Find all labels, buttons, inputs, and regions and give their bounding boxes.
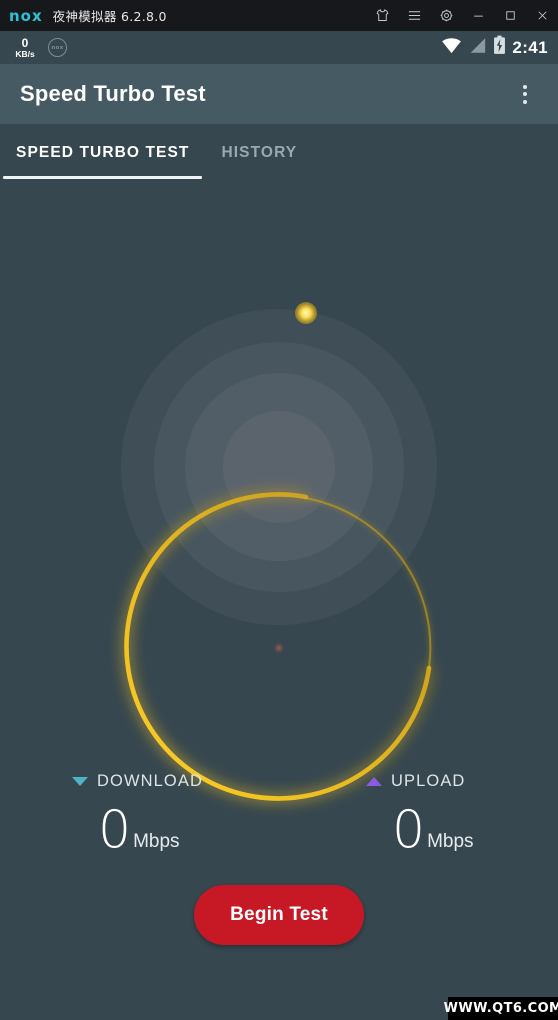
watermark: WWW.QT6.COM: [444, 997, 558, 1020]
gauge-arc-head: [295, 302, 317, 324]
emulator-titlebar: nox 夜神模拟器 6.2.8.0: [0, 0, 558, 31]
maximize-icon[interactable]: [494, 0, 526, 31]
network-speed-indicator: 0 KB/s: [10, 37, 40, 59]
network-speed-unit: KB/s: [15, 48, 35, 59]
network-speed-value: 0: [21, 35, 29, 50]
window-controls: [366, 0, 558, 31]
minimize-icon[interactable]: [462, 0, 494, 31]
speed-gauge[interactable]: [0, 181, 558, 801]
page-title: Speed Turbo Test: [20, 81, 206, 106]
upload-value: 0: [392, 800, 426, 860]
emulator-title: 夜神模拟器 6.2.8.0: [52, 9, 167, 24]
upload-unit: Mbps: [427, 831, 474, 852]
tab-label: HISTORY: [221, 143, 298, 161]
gear-icon[interactable]: [430, 0, 462, 31]
tab-history[interactable]: HISTORY: [205, 124, 313, 181]
tab-label: SPEED TURBO TEST: [16, 143, 190, 161]
download-value: 0: [98, 800, 132, 860]
upload-label: UPLOAD: [391, 771, 466, 790]
wifi-icon: [441, 37, 462, 59]
download-label: DOWNLOAD: [97, 771, 203, 790]
begin-test-button[interactable]: Begin Test: [194, 885, 364, 945]
app-bar: Speed Turbo Test: [0, 64, 558, 124]
download-header: DOWNLOAD: [72, 770, 203, 792]
overflow-menu-icon[interactable]: [510, 64, 540, 124]
triangle-up-icon: [366, 776, 382, 786]
overflow-dot: [523, 84, 527, 89]
android-status-bar: 0 KB/s nox 2:41: [0, 31, 558, 64]
triangle-down-icon: [72, 776, 88, 786]
speed-readouts: DOWNLOAD 0 Mbps UPLOAD 0 Mbps: [0, 770, 558, 865]
tab-speed-turbo-test[interactable]: SPEED TURBO TEST: [0, 124, 205, 181]
overflow-dot: [523, 99, 527, 104]
overflow-dot: [523, 92, 527, 96]
menu-icon[interactable]: [398, 0, 430, 31]
signal-icon: [468, 37, 487, 59]
close-icon[interactable]: [526, 0, 558, 31]
upload-value-group: 0 Mbps: [366, 804, 474, 856]
battery-charging-icon: [493, 35, 506, 60]
upload-readout: UPLOAD 0 Mbps: [366, 770, 474, 856]
status-clock: 2:41: [512, 37, 548, 57]
nox-logo-icon: nox: [9, 6, 43, 25]
status-bar-right-group: 2:41: [441, 31, 548, 64]
skin-shirt-icon[interactable]: [366, 0, 398, 31]
tab-bar: SPEED TURBO TEST HISTORY: [0, 124, 558, 181]
gauge-progress-arc: [124, 492, 432, 801]
emulator-window: nox 夜神模拟器 6.2.8.0 0 KB/s nox 2:41 Speed …: [0, 0, 558, 1020]
download-unit: Mbps: [133, 831, 180, 852]
nox-badge-icon: nox: [48, 38, 67, 57]
upload-header: UPLOAD: [366, 770, 474, 792]
active-tab-indicator: [3, 176, 202, 179]
download-readout: DOWNLOAD 0 Mbps: [72, 770, 203, 856]
download-value-group: 0 Mbps: [72, 804, 203, 856]
